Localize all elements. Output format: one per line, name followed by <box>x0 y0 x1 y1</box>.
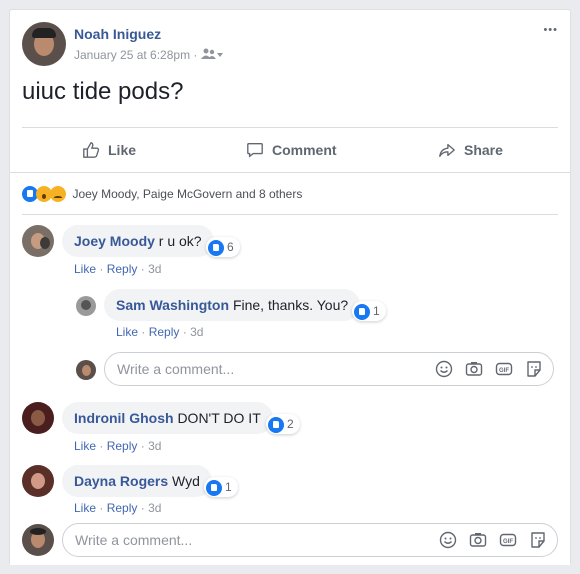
reply-input[interactable]: Write a comment... GIF <box>104 352 554 386</box>
meta-dot: · <box>99 262 104 276</box>
reply-like-link[interactable]: Like <box>116 325 138 339</box>
camera-icon[interactable] <box>469 531 487 549</box>
comment-bubble: Joey Moody r u ok? <box>62 225 214 257</box>
reply-time[interactable]: 3d <box>190 325 203 339</box>
comment-reaction-count[interactable]: 1 <box>204 477 238 497</box>
comment-reply-link[interactable]: Reply <box>107 262 138 276</box>
svg-text:GIF: GIF <box>503 539 513 545</box>
comment-text: DON'T DO IT <box>177 410 261 426</box>
comment-author[interactable]: Joey Moody <box>74 233 155 249</box>
commenter-avatar[interactable] <box>22 465 54 497</box>
svg-text:GIF: GIF <box>499 368 509 374</box>
comment-icon <box>247 143 263 158</box>
comment-input[interactable]: Write a comment... GIF <box>62 523 558 557</box>
post-meta: January 25 at 6:28pm · <box>74 48 223 63</box>
share-icon <box>439 143 455 157</box>
comment-actions: Like · Reply · 3d <box>74 262 161 276</box>
post-date[interactable]: January 25 at 6:28pm <box>74 48 190 62</box>
commenter-avatar[interactable] <box>22 225 54 257</box>
sad-reaction-icon <box>50 185 66 202</box>
meta-dot: · <box>140 439 145 453</box>
comment-author[interactable]: Indronil Ghosh <box>74 410 174 426</box>
comment-actions: Like · Reply · 3d <box>74 439 161 453</box>
reply-author[interactable]: Sam Washington <box>116 297 229 313</box>
input-tools: GIF <box>435 360 543 380</box>
comment-time[interactable]: 3d <box>148 501 161 515</box>
emoji-icon[interactable] <box>439 531 457 549</box>
like-reaction-icon <box>206 479 222 496</box>
thumbs-up-icon <box>83 142 100 158</box>
reply-actions: Like · Reply · 3d <box>116 325 203 339</box>
reply-reaction-count[interactable]: 1 <box>352 301 386 321</box>
reaction-count: 1 <box>225 480 232 494</box>
comment-text: Wyd <box>172 473 200 489</box>
comment-text: r u ok? <box>158 233 202 249</box>
meta-dot: · <box>140 262 145 276</box>
author-avatar[interactable] <box>22 22 66 66</box>
comment-reaction-count[interactable]: 6 <box>206 237 240 257</box>
current-user-avatar[interactable] <box>76 360 96 380</box>
gif-icon[interactable]: GIF <box>495 360 513 378</box>
gif-icon[interactable]: GIF <box>499 531 517 549</box>
like-reaction-icon <box>208 239 224 256</box>
comment-time[interactable]: 3d <box>148 439 161 453</box>
comment-like-link[interactable]: Like <box>74 439 96 453</box>
comment-bubble: Dayna Rogers Wyd <box>62 465 212 497</box>
emoji-icon[interactable] <box>435 360 453 378</box>
like-button[interactable]: Like <box>82 128 136 172</box>
comment-reaction-count[interactable]: 2 <box>266 414 300 434</box>
like-reaction-icon <box>268 416 284 433</box>
reply-reply-link[interactable]: Reply <box>149 325 180 339</box>
commenter-avatar[interactable] <box>22 402 54 434</box>
meta-dot: · <box>99 501 104 515</box>
camera-icon[interactable] <box>465 360 483 378</box>
comment-bubble: Indronil Ghosh DON'T DO IT <box>62 402 273 434</box>
comment-reply-link[interactable]: Reply <box>107 439 138 453</box>
meta-dot: · <box>141 325 146 339</box>
reply-avatar[interactable] <box>76 296 96 316</box>
action-bar: Like Comment Share <box>10 128 570 172</box>
reply-input-placeholder: Write a comment... <box>117 361 235 377</box>
comment-like-link[interactable]: Like <box>74 262 96 276</box>
more-options-button[interactable]: ••• <box>543 24 558 36</box>
meta-separator: · <box>193 48 198 62</box>
reaction-count: 1 <box>373 304 380 318</box>
sticker-icon[interactable] <box>525 360 543 378</box>
reply-bubble: Sam Washington Fine, thanks. You? <box>104 289 361 321</box>
sticker-icon[interactable] <box>529 531 547 549</box>
like-reaction-icon <box>354 303 370 320</box>
comment-input-placeholder: Write a comment... <box>75 532 193 548</box>
reaction-summary[interactable]: Joey Moody, Paige McGovern and 8 others <box>22 185 302 203</box>
share-label: Share <box>464 142 503 158</box>
reply-text: Fine, thanks. You? <box>232 297 349 313</box>
comment-like-link[interactable]: Like <box>74 501 96 515</box>
reaction-summary-text: Joey Moody, Paige McGovern and 8 others <box>72 186 303 201</box>
comment-author[interactable]: Dayna Rogers <box>74 473 168 489</box>
comment-button[interactable]: Comment <box>246 128 337 172</box>
post-text: uiuc tide pods? <box>22 78 184 105</box>
comment-label: Comment <box>272 142 337 158</box>
comment-reply-link[interactable]: Reply <box>107 501 138 515</box>
friends-audience-icon[interactable] <box>200 48 223 63</box>
current-user-avatar[interactable] <box>22 524 54 556</box>
meta-dot: · <box>182 325 187 339</box>
author-name[interactable]: Noah Iniguez <box>74 26 161 42</box>
reaction-count: 6 <box>227 240 234 254</box>
divider <box>22 214 558 215</box>
share-button[interactable]: Share <box>438 128 503 172</box>
input-tools: GIF <box>439 531 547 551</box>
meta-dot: · <box>140 501 145 515</box>
meta-dot: · <box>99 439 104 453</box>
reaction-count: 2 <box>287 417 294 431</box>
comment-actions: Like · Reply · 3d <box>74 501 161 515</box>
like-label: Like <box>108 142 137 158</box>
comment-time[interactable]: 3d <box>148 262 161 276</box>
post-card: Noah Iniguez January 25 at 6:28pm · ••• … <box>9 9 571 565</box>
